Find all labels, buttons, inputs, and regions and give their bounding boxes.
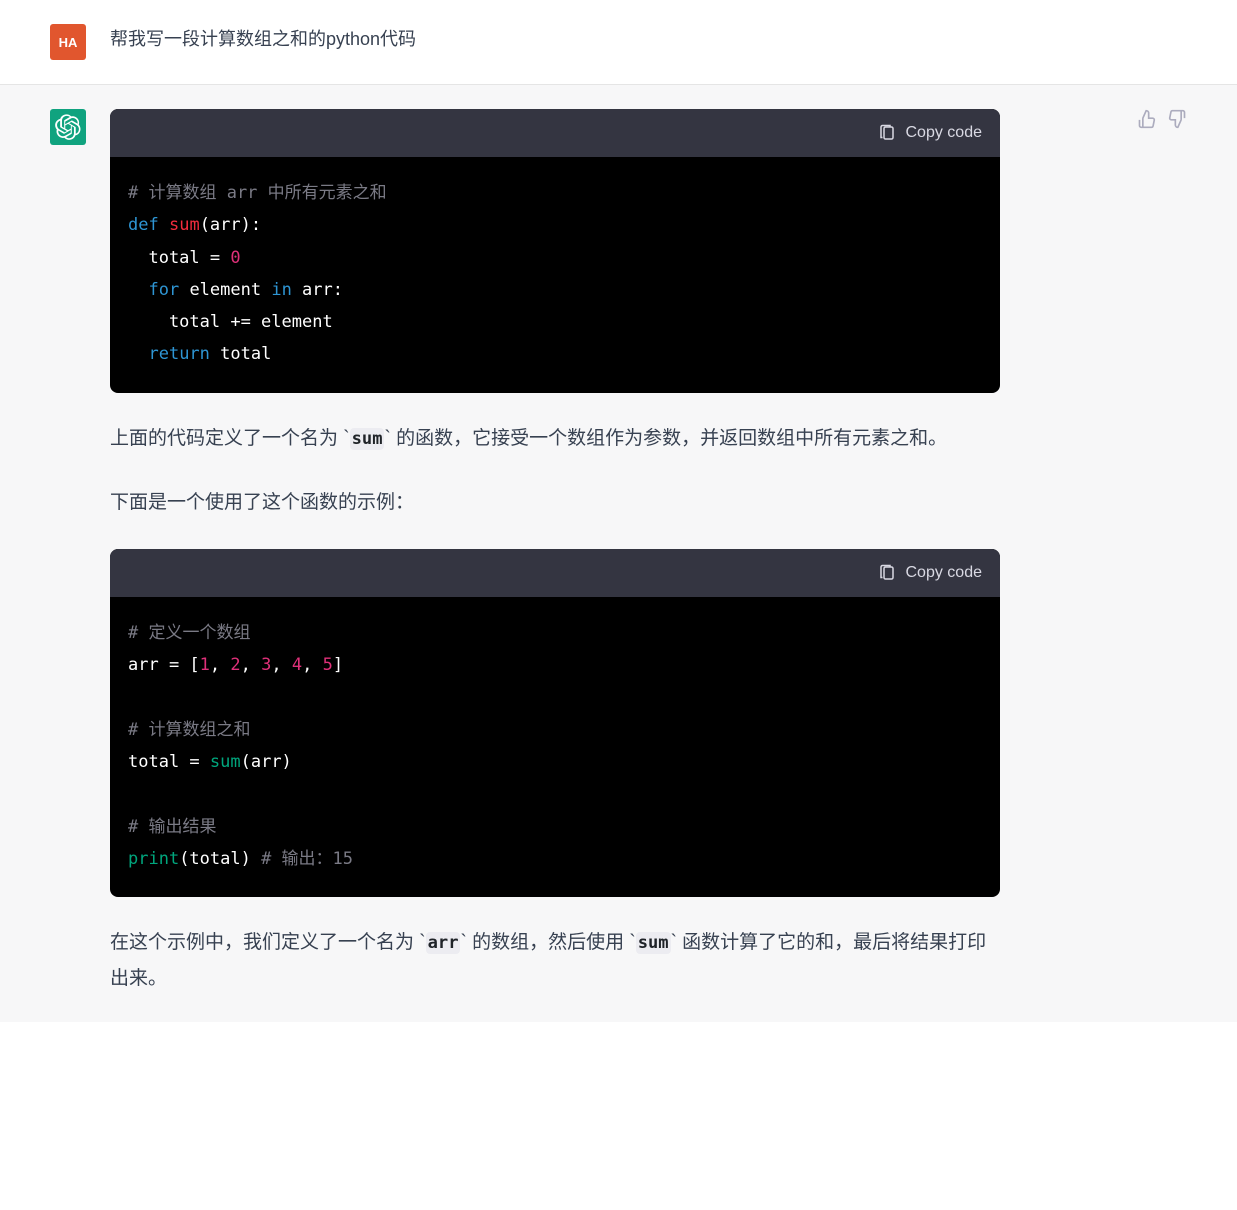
thumbs-down-icon[interactable] bbox=[1167, 109, 1187, 129]
thumbs-up-icon[interactable] bbox=[1137, 109, 1157, 129]
paragraph: 上面的代码定义了一个名为 `sum` 的函数，它接受一个数组作为参数，并返回数组… bbox=[110, 421, 1000, 457]
user-message-text: 帮我写一段计算数组之和的python代码 bbox=[110, 24, 1000, 60]
copy-code-button[interactable]: Copy code bbox=[110, 109, 1000, 157]
assistant-avatar bbox=[50, 109, 86, 145]
code-content: # 定义一个数组 arr = [1, 2, 3, 4, 5] # 计算数组之和 … bbox=[110, 597, 1000, 897]
user-avatar: HA bbox=[50, 24, 86, 60]
code-content: # 计算数组 arr 中所有元素之和 def sum(arr): total =… bbox=[110, 157, 1000, 393]
inline-code: arr bbox=[426, 932, 461, 954]
inline-code: sum bbox=[350, 428, 385, 450]
user-avatar-initials: HA bbox=[59, 35, 78, 50]
paragraph: 下面是一个使用了这个函数的示例： bbox=[110, 485, 1000, 521]
code-block: Copy code # 计算数组 arr 中所有元素之和 def sum(arr… bbox=[110, 109, 1000, 393]
assistant-message-content: Copy code # 计算数组 arr 中所有元素之和 def sum(arr… bbox=[110, 109, 1000, 998]
copy-code-label: Copy code bbox=[906, 119, 983, 147]
feedback-buttons bbox=[1137, 109, 1187, 129]
paragraph: 在这个示例中，我们定义了一个名为 `arr` 的数组，然后使用 `sum` 函数… bbox=[110, 925, 1000, 997]
copy-code-label: Copy code bbox=[906, 559, 983, 587]
inline-code: sum bbox=[636, 932, 671, 954]
openai-logo-icon bbox=[55, 114, 81, 140]
user-message-row: HA 帮我写一段计算数组之和的python代码 bbox=[0, 0, 1237, 85]
copy-code-button[interactable]: Copy code bbox=[110, 549, 1000, 597]
code-block: Copy code # 定义一个数组 arr = [1, 2, 3, 4, 5]… bbox=[110, 549, 1000, 897]
clipboard-icon bbox=[878, 564, 896, 582]
assistant-message-row: Copy code # 计算数组 arr 中所有元素之和 def sum(arr… bbox=[0, 85, 1237, 1022]
clipboard-icon bbox=[878, 124, 896, 142]
